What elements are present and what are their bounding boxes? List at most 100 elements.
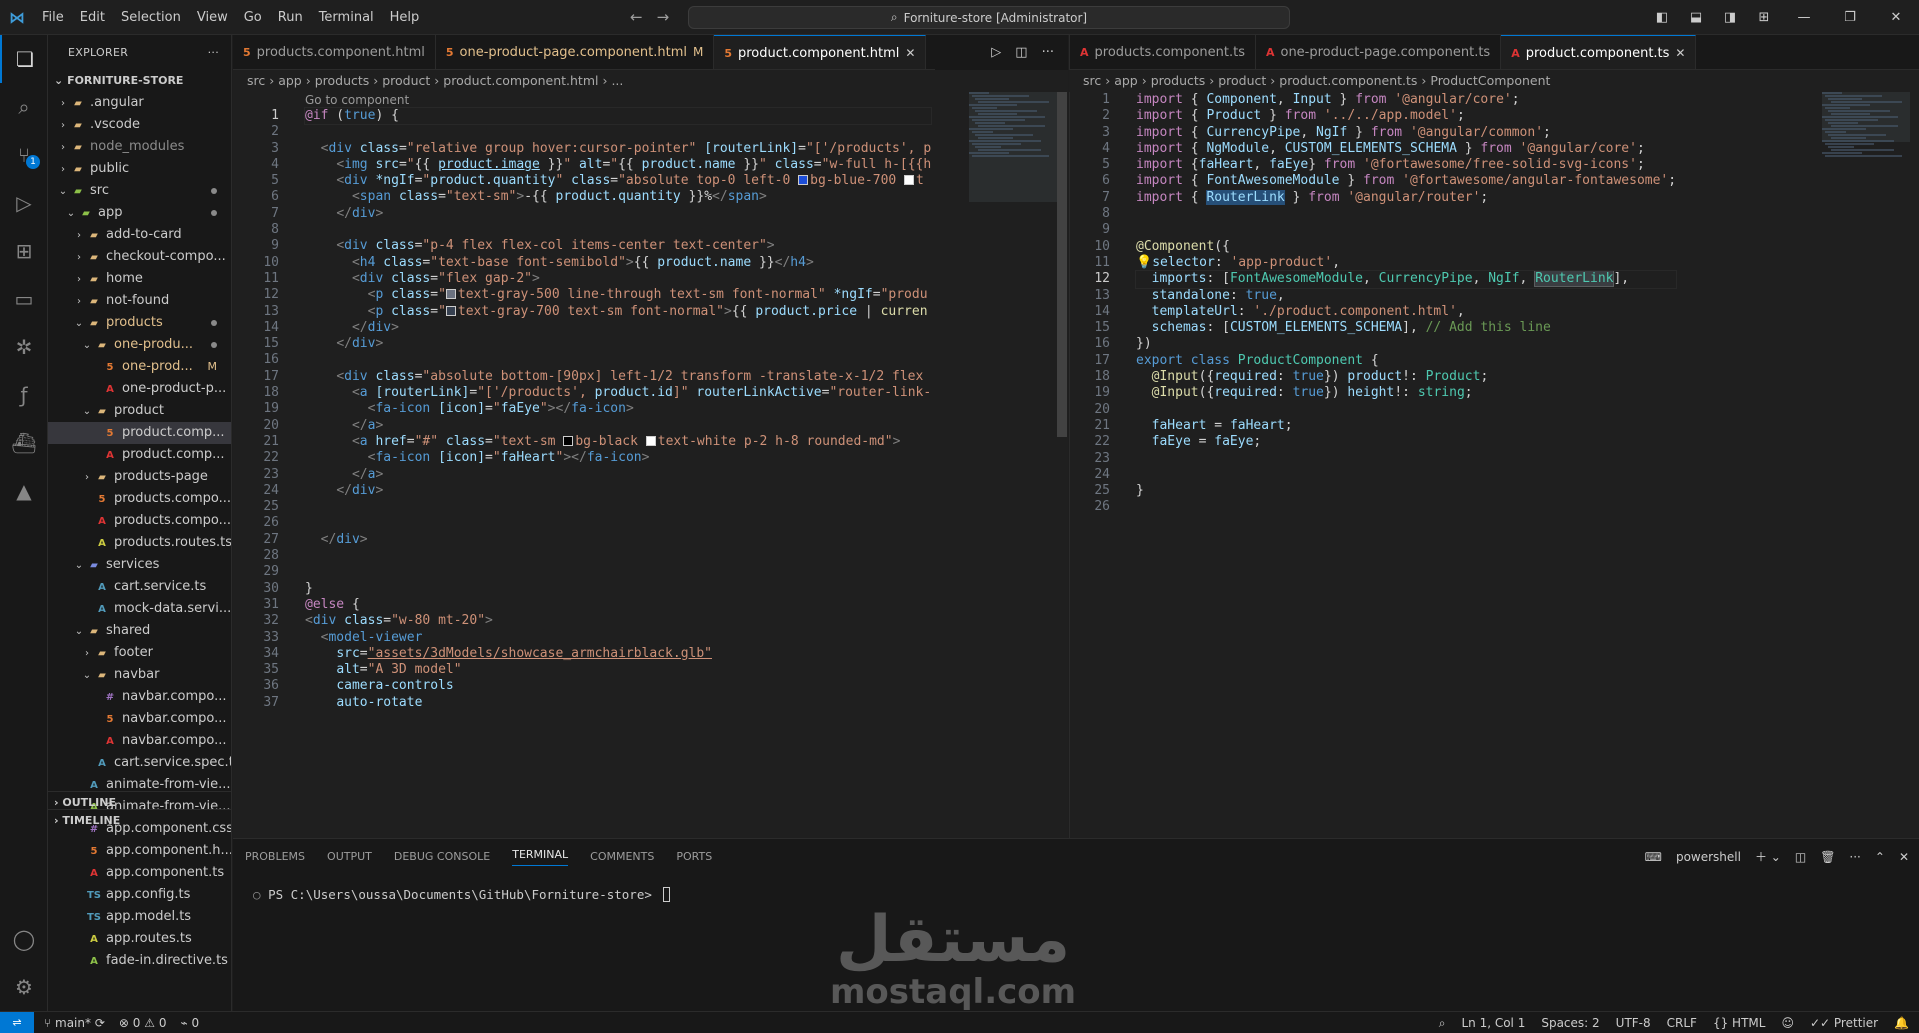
tree-file[interactable]: Aproducts.routes.ts — [48, 532, 231, 554]
right-editor-tab[interactable]: Aproduct.component.ts ✕ — [1501, 35, 1697, 70]
menu-go[interactable]: Go — [236, 0, 270, 35]
tree-file[interactable]: 5 product.comp... — [48, 422, 231, 444]
right-editor-tab[interactable]: Aproducts.component.ts — [1070, 35, 1256, 69]
menu-view[interactable]: View — [189, 0, 236, 35]
ports-indicator[interactable]: ⌁ 0 — [180, 1016, 199, 1030]
left-editor[interactable]: Go to component 1 2 3 4 5 6 7 8 9 10 11 12 13 14 15 16 1… — [233, 92, 1068, 838]
panel-tab-output[interactable]: OUTPUT — [327, 850, 372, 863]
panel-tab-problems[interactable]: PROBLEMS — [245, 850, 305, 863]
remote-indicator-icon[interactable]: ⇌ — [0, 1011, 34, 1033]
restore-icon[interactable]: ❐ — [1827, 10, 1873, 25]
eol[interactable]: CRLF — [1667, 1016, 1697, 1030]
close-icon[interactable]: ✕ — [1675, 36, 1685, 70]
tree-file[interactable]: 5 app.component.h... — [48, 840, 231, 862]
tree-folder[interactable]: › ▰ home — [48, 268, 231, 290]
cursor-position[interactable]: Ln 1, Col 1 — [1461, 1016, 1525, 1030]
tree-folder[interactable]: › ▰ footer — [48, 642, 231, 664]
copilot-icon[interactable]: ☺ — [1781, 1016, 1794, 1030]
run-debug-icon[interactable]: ▷ — [0, 179, 48, 227]
panel-tab-comments[interactable]: COMMENTS — [590, 850, 654, 863]
problems-indicator[interactable]: ⊗ 0 ⚠ 0 — [119, 1016, 167, 1030]
accounts-icon[interactable]: ◯ — [0, 915, 48, 963]
tree-file[interactable]: Aproduct.comp... — [48, 444, 231, 466]
breadcrumb-item[interactable]: app — [1114, 73, 1138, 88]
left-editor-tab[interactable]: 5 products.component.html — [233, 35, 436, 69]
breadcrumb-item[interactable]: products — [315, 73, 370, 88]
tree-file[interactable]: Aapp.component.ts — [48, 862, 231, 884]
breadcrumb-item[interactable]: products — [1151, 73, 1206, 88]
search-icon[interactable]: ⌕ — [0, 83, 48, 131]
breadcrumb-item[interactable]: src — [1083, 73, 1101, 88]
language-mode[interactable]: {} HTML — [1713, 1016, 1766, 1030]
terminal-output[interactable]: ○ PS C:\Users\oussa\Documents\GitHub\For… — [253, 887, 671, 902]
right-minimap[interactable] — [1822, 92, 1910, 838]
docker-icon[interactable]: ⛴ — [0, 419, 48, 467]
close-window-icon[interactable]: ✕ — [1873, 10, 1919, 25]
toggle-secondary-sidebar-icon[interactable]: ◨ — [1713, 10, 1747, 25]
tree-file[interactable]: # navbar.compo... — [48, 686, 231, 708]
close-icon[interactable]: ✕ — [905, 36, 915, 70]
extensions-icon[interactable]: ⊞ — [0, 227, 48, 275]
tree-file[interactable]: Aproducts.compo... — [48, 510, 231, 532]
menu-edit[interactable]: Edit — [72, 0, 113, 35]
codelens-go-to-component[interactable]: Go to component — [305, 92, 409, 108]
tree-file[interactable]: Afade-in.directive.ts — [48, 950, 231, 972]
breadcrumb-item[interactable]: product.component.ts — [1279, 73, 1417, 88]
panel-tab-terminal[interactable]: TERMINAL — [512, 848, 569, 866]
breadcrumb-item[interactable]: src — [247, 73, 265, 88]
tree-file[interactable]: 5 navbar.compo... — [48, 708, 231, 730]
menu-help[interactable]: Help — [382, 0, 428, 35]
command-center[interactable]: ⌕ Forniture-store [Administrator] — [688, 6, 1290, 29]
tree-folder[interactable]: › ▰ public — [48, 158, 231, 180]
prettier-indicator[interactable]: ✓✓ Prettier — [1810, 1016, 1878, 1030]
tree-folder[interactable]: ⌄ ▰ services — [48, 554, 231, 576]
menu-selection[interactable]: Selection — [113, 0, 189, 35]
settings-sync-icon[interactable]: ✲ — [0, 323, 48, 371]
tree-folder[interactable]: ⌄ ▰ shared — [48, 620, 231, 642]
menu-terminal[interactable]: Terminal — [311, 0, 382, 35]
tree-file[interactable]: TS app.config.ts — [48, 884, 231, 906]
left-editor-tab[interactable]: 5 one-product-page.component.html M — [436, 35, 715, 69]
angular-icon[interactable]: ▲ — [0, 467, 48, 515]
customize-layout-icon[interactable]: ⊞ — [1747, 10, 1781, 25]
notifications-bell-icon[interactable]: 🔔 — [1894, 1016, 1909, 1030]
tree-file[interactable]: 5 one-prod... M — [48, 356, 231, 378]
right-code[interactable]: import { Component, Input } from '@angul… — [1134, 92, 1678, 516]
tree-file[interactable]: TS app.model.ts — [48, 906, 231, 928]
remote-explorer-icon[interactable]: ▭ — [0, 275, 48, 323]
tree-file[interactable]: 5 products.compo... — [48, 488, 231, 510]
split-terminal-icon[interactable]: ◫ — [1795, 850, 1806, 864]
run-icon[interactable]: ▷ — [991, 45, 1001, 60]
terminal-shell-label[interactable]: powershell — [1676, 850, 1741, 864]
split-editor-icon[interactable]: ◫ — [1015, 45, 1027, 60]
zoom-icon[interactable]: ⌕ — [1439, 1016, 1446, 1031]
encoding[interactable]: UTF-8 — [1616, 1016, 1651, 1030]
toggle-panel-icon[interactable]: ⬓ — [1679, 10, 1713, 25]
tree-folder[interactable]: › ▰ add-to-card — [48, 224, 231, 246]
tree-folder[interactable]: › ▰ checkout-compo... — [48, 246, 231, 268]
tree-folder[interactable]: › ▰ not-found — [48, 290, 231, 312]
back-arrow-icon[interactable]: ← — [630, 0, 643, 35]
breadcrumb-item[interactable]: app — [278, 73, 302, 88]
tree-file[interactable]: Acart.service.ts — [48, 576, 231, 598]
tree-folder[interactable]: › ▰ .vscode — [48, 114, 231, 136]
panel-tab-ports[interactable]: PORTS — [676, 850, 712, 863]
tree-file[interactable]: Aone-product-p... — [48, 378, 231, 400]
new-terminal-icon[interactable]: ＋ ⌄ — [1755, 848, 1781, 865]
tree-folder[interactable]: ⌄ ▰ product — [48, 400, 231, 422]
source-control-icon[interactable]: ⑂ 1 — [0, 131, 48, 179]
breadcrumb-item[interactable]: product — [1218, 73, 1266, 88]
files-icon[interactable]: ❏ — [0, 35, 48, 83]
breadcrumb-item[interactable]: ProductComponent — [1430, 73, 1550, 88]
tree-folder[interactable]: › ▰ node_modules — [48, 136, 231, 158]
manage-gear-icon[interactable]: ⚙ — [0, 963, 48, 1011]
left-scrollbar[interactable] — [1057, 92, 1067, 437]
tree-folder[interactable]: ⌄ ▰ app — [48, 202, 231, 224]
close-panel-icon[interactable]: ✕ — [1899, 850, 1909, 864]
breadcrumb-item[interactable]: product — [382, 73, 430, 88]
toggle-sidebar-icon[interactable]: ◧ — [1645, 10, 1679, 25]
tree-folder[interactable]: ⌄ ▰ navbar — [48, 664, 231, 686]
tree-folder[interactable]: ⌄ ▰ one-produ... — [48, 334, 231, 356]
more-actions-icon[interactable]: ··· — [208, 46, 219, 59]
left-editor-tab[interactable]: 5 product.component.html ✕ — [714, 35, 927, 70]
